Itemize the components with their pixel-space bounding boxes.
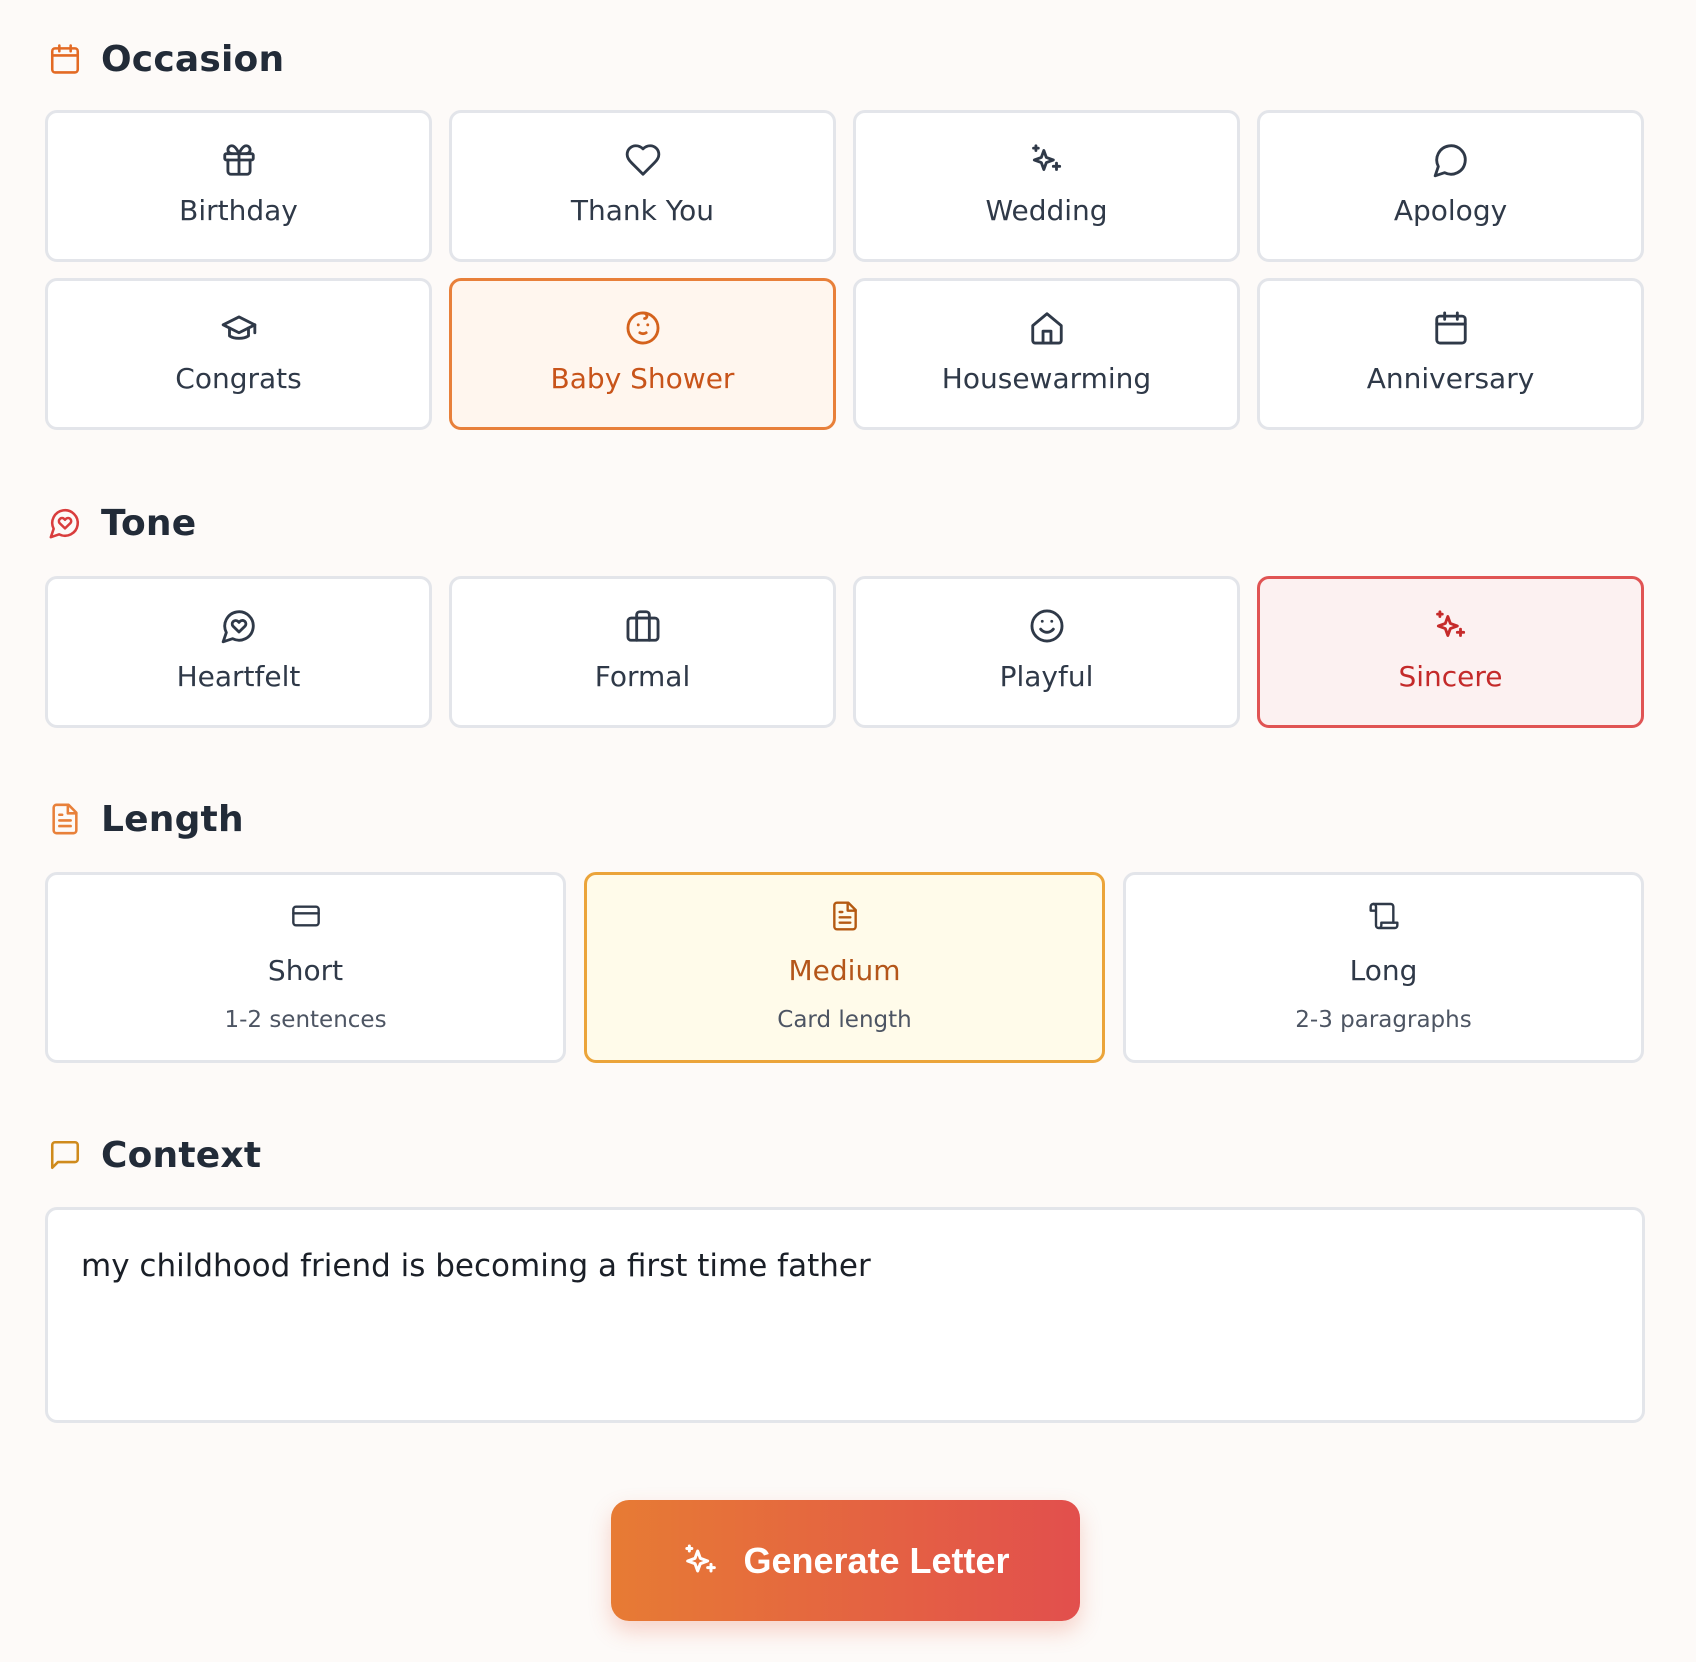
length-heading: Length	[101, 798, 244, 840]
context-heading: Context	[101, 1134, 262, 1176]
tone-options: Heartfelt Formal Playful Sincere	[45, 576, 1644, 728]
option-label: Heartfelt	[176, 659, 301, 693]
option-description: Card length	[777, 1007, 912, 1033]
occasion-option-housewarming[interactable]: Housewarming	[853, 278, 1240, 430]
graduation-cap-icon	[219, 308, 259, 348]
context-section-header: Context	[47, 1133, 261, 1177]
sparkles-icon	[1027, 140, 1067, 180]
smile-icon	[1027, 606, 1067, 646]
document-icon	[47, 800, 83, 838]
length-section-header: Length	[47, 797, 244, 841]
occasion-options: Birthday Thank You Wedding Apology Congr…	[45, 110, 1644, 430]
tone-option-formal[interactable]: Formal	[449, 576, 836, 728]
option-label: Wedding	[985, 193, 1108, 227]
message-square-icon	[47, 1136, 83, 1174]
occasion-option-apology[interactable]: Apology	[1257, 110, 1644, 262]
tone-option-heartfelt[interactable]: Heartfelt	[45, 576, 432, 728]
option-label: Medium	[788, 954, 901, 987]
option-description: 1-2 sentences	[224, 1007, 387, 1033]
sparkles-icon	[681, 1541, 721, 1581]
briefcase-icon	[623, 606, 663, 646]
sparkles-icon	[1431, 606, 1471, 646]
generate-letter-label: Generate Letter	[743, 1539, 1010, 1581]
option-label: Housewarming	[941, 361, 1152, 395]
message-heart-icon	[47, 504, 83, 542]
length-option-long[interactable]: Long 2-3 paragraphs	[1123, 872, 1644, 1063]
length-option-medium[interactable]: Medium Card length	[584, 872, 1105, 1063]
generate-letter-button[interactable]: Generate Letter	[611, 1500, 1080, 1621]
occasion-option-baby-shower[interactable]: Baby Shower	[449, 278, 836, 430]
option-label: Thank You	[570, 193, 715, 227]
option-label: Sincere	[1398, 659, 1503, 693]
option-label: Apology	[1393, 193, 1508, 227]
scroll-icon	[1364, 896, 1404, 936]
letter-generator-form: Occasion Birthday Thank You Wedding Apol…	[0, 0, 1696, 1662]
option-label: Formal	[594, 659, 691, 693]
occasion-option-thank-you[interactable]: Thank You	[449, 110, 836, 262]
tone-heading: Tone	[101, 502, 197, 544]
length-option-short[interactable]: Short 1-2 sentences	[45, 872, 566, 1063]
document-icon	[825, 896, 865, 936]
occasion-option-wedding[interactable]: Wedding	[853, 110, 1240, 262]
tone-option-sincere[interactable]: Sincere	[1257, 576, 1644, 728]
baby-face-icon	[623, 308, 663, 348]
card-icon	[286, 896, 326, 936]
option-label: Birthday	[179, 193, 298, 227]
option-label: Long	[1349, 954, 1418, 987]
option-label: Congrats	[175, 361, 302, 395]
house-icon	[1027, 308, 1067, 348]
occasion-section-header: Occasion	[47, 37, 284, 81]
option-label: Playful	[999, 659, 1094, 693]
occasion-heading: Occasion	[101, 38, 285, 80]
heart-icon	[623, 140, 663, 180]
occasion-option-anniversary[interactable]: Anniversary	[1257, 278, 1644, 430]
length-options: Short 1-2 sentences Medium Card length L…	[45, 872, 1644, 1063]
occasion-option-birthday[interactable]: Birthday	[45, 110, 432, 262]
option-description: 2-3 paragraphs	[1295, 1007, 1472, 1033]
calendar-icon	[47, 40, 83, 78]
gift-icon	[219, 140, 259, 180]
message-heart-icon	[219, 606, 259, 646]
message-circle-icon	[1431, 140, 1471, 180]
occasion-option-congrats[interactable]: Congrats	[45, 278, 432, 430]
option-label: Anniversary	[1366, 361, 1535, 395]
context-text: my childhood friend is becoming a first …	[81, 1248, 871, 1284]
tone-option-playful[interactable]: Playful	[853, 576, 1240, 728]
context-textarea[interactable]: my childhood friend is becoming a first …	[45, 1207, 1645, 1423]
tone-section-header: Tone	[47, 501, 196, 545]
option-label: Short	[267, 954, 344, 987]
option-label: Baby Shower	[550, 361, 735, 395]
calendar-icon	[1431, 308, 1471, 348]
